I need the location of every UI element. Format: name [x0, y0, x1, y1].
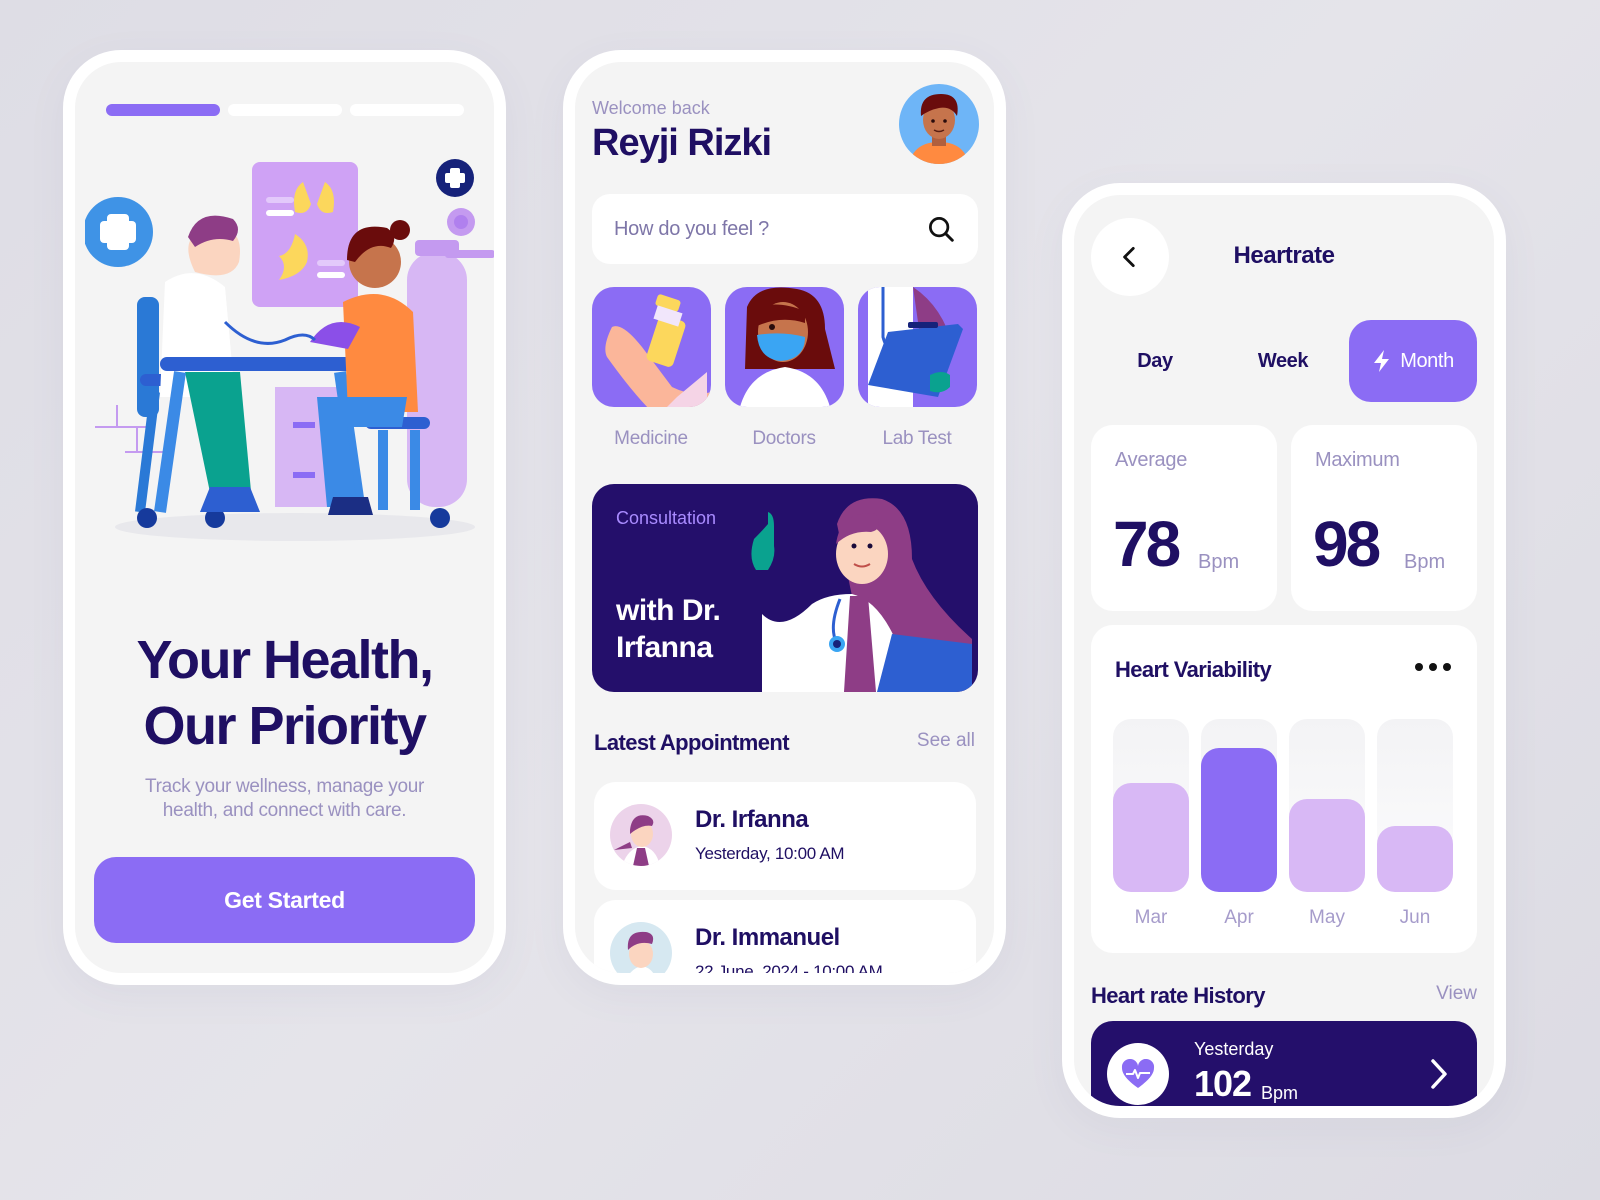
stat-value: 78: [1113, 508, 1181, 580]
stat-label: Average: [1115, 449, 1188, 471]
category-label: Medicine: [614, 428, 688, 449]
chart-title: Heart Variability: [1115, 657, 1272, 682]
bar-jun[interactable]: [1377, 826, 1453, 892]
appointment-card[interactable]: Dr. Immanuel 22 June, 2024 - 10:00 AM: [594, 900, 976, 973]
hero-title-line-1: Your Health,: [136, 630, 434, 690]
onboarding-screen: Your Health, Our Priority Track your wel…: [75, 62, 494, 973]
lightning-icon: [1374, 350, 1390, 372]
see-all-link[interactable]: See all: [917, 730, 975, 752]
progress-step-3: [350, 104, 464, 116]
get-started-button[interactable]: Get Started: [94, 857, 475, 943]
bar-track-mar: [1113, 719, 1189, 892]
onboarding-phone: Your Health, Our Priority Track your wel…: [63, 50, 506, 985]
doctor-thumbs-up-illustration: [751, 498, 972, 692]
hero-subtitle-line-2: health, and connect with care.: [162, 800, 407, 821]
consultation-kicker: Consultation: [616, 508, 717, 528]
heart-pulse-icon: [1121, 1059, 1155, 1088]
feeling-search-input[interactable]: How do you feel ?: [592, 194, 978, 264]
latest-appointment-heading: Latest Appointment: [594, 730, 790, 755]
history-item-card[interactable]: Yesterday 102 Bpm: [1091, 1021, 1477, 1106]
x-tick-label: Jun: [1399, 907, 1431, 928]
bar-may[interactable]: [1289, 798, 1365, 892]
stat-card-maximum: Maximum 98 Bpm: [1291, 425, 1477, 611]
bar-mar[interactable]: [1113, 783, 1189, 892]
heartrate-screen: Heartrate Day Week Month Average 78 Bpm …: [1074, 195, 1494, 1106]
consultation-title-line-2: Irfanna: [616, 631, 713, 664]
greeting-text: Welcome back: [592, 98, 710, 118]
medical-cross-icon: [436, 159, 474, 197]
user-name: Reyji Rizki: [592, 122, 772, 164]
avatar-illustration: [909, 94, 969, 164]
heart-icon-badge: [1107, 1043, 1169, 1105]
history-item-unit: Bpm: [1261, 1083, 1299, 1103]
hero-subtitle-line-1: Track your wellness, manage your: [144, 776, 425, 797]
more-options-icon[interactable]: [1415, 663, 1451, 671]
medical-cross-icon: [85, 197, 153, 267]
hero-title: Your Health, Our Priority: [75, 627, 494, 759]
page-title: Heartrate: [1233, 242, 1335, 269]
category-medicine[interactable]: [592, 287, 711, 407]
category-label: Doctors: [752, 428, 816, 449]
heartrate-phone: Heartrate Day Week Month Average 78 Bpm …: [1062, 183, 1506, 1118]
stat-unit: Bpm: [1404, 551, 1446, 573]
clipboard-icon: [868, 287, 963, 407]
stat-unit: Bpm: [1198, 551, 1240, 573]
consultation-banner[interactable]: Consultation with Dr. Irfanna: [592, 484, 978, 692]
tab-month[interactable]: Month: [1349, 320, 1477, 402]
doctor-icon: [740, 287, 835, 407]
consultation-title: with Dr. Irfanna: [616, 592, 721, 666]
search-placeholder: How do you feel ?: [614, 217, 769, 240]
appointment-time: 22 June, 2024 - 10:00 AM: [695, 962, 883, 973]
category-label: Lab Test: [882, 428, 952, 449]
doctor-avatar: [610, 922, 672, 973]
category-doctors[interactable]: [725, 287, 844, 407]
stat-card-average: Average 78 Bpm: [1091, 425, 1277, 611]
doctor-patient-illustration: [85, 159, 494, 541]
medicine-bottle-icon: [605, 294, 711, 407]
appointment-doctor-name: Dr. Irfanna: [695, 806, 809, 833]
heart-variability-card: Heart Variability Mar Apr May Jun: [1091, 625, 1477, 953]
appointment-time: Yesterday, 10:00 AM: [695, 844, 845, 863]
history-item-label: Yesterday: [1194, 1039, 1274, 1059]
consultation-title-line-1: with Dr.: [616, 594, 721, 627]
user-avatar[interactable]: [899, 84, 979, 164]
tab-day[interactable]: Day: [1091, 320, 1219, 402]
progress-step-1: [106, 104, 220, 116]
tab-week[interactable]: Week: [1219, 320, 1347, 402]
appointment-doctor-name: Dr. Immanuel: [695, 924, 840, 951]
stat-label: Maximum: [1315, 449, 1400, 471]
male-doctor-icon: [627, 931, 654, 973]
home-screen: Welcome back Reyji Rizki How do you feel…: [575, 62, 994, 973]
tab-month-label: Month: [1400, 349, 1454, 372]
stat-value: 98: [1313, 508, 1381, 580]
appointment-card[interactable]: Dr. Irfanna Yesterday, 10:00 AM: [594, 782, 976, 890]
female-doctor-icon: [614, 815, 660, 866]
x-tick-label: May: [1309, 907, 1345, 928]
hero-title-line-2: Our Priority: [143, 696, 427, 756]
home-phone: Welcome back Reyji Rizki How do you feel…: [563, 50, 1006, 985]
bar-track-jun: [1377, 719, 1453, 892]
bar-track-may: [1289, 719, 1365, 892]
x-tick-label: Apr: [1224, 907, 1254, 928]
search-icon[interactable]: [926, 214, 956, 244]
history-item-value: 102: [1194, 1063, 1252, 1104]
chevron-right-icon[interactable]: [1429, 1057, 1449, 1091]
view-link[interactable]: View: [1436, 983, 1477, 1005]
bar-track-apr: [1201, 719, 1277, 892]
bar-apr[interactable]: [1201, 748, 1277, 892]
progress-step-2: [228, 104, 342, 116]
hero-subtitle: Track your wellness, manage your health,…: [115, 775, 454, 823]
heart-rate-history-heading: Heart rate History: [1091, 983, 1265, 1008]
x-tick-label: Mar: [1134, 907, 1168, 928]
doctor-avatar: [610, 804, 672, 866]
category-lab-test[interactable]: [858, 287, 977, 407]
